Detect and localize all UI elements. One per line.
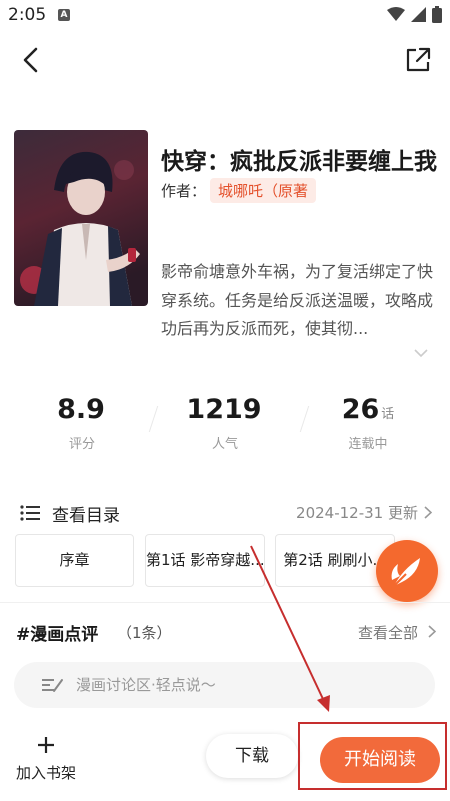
catalog-title: 查看目录 — [52, 506, 120, 526]
stat-popularity: 1219 人气 — [160, 394, 290, 452]
download-button[interactable]: 下载 — [206, 734, 298, 778]
stat-value: 26 — [341, 394, 380, 425]
stat-unit: 话 — [381, 407, 395, 422]
stat-value: 1219 — [186, 394, 262, 425]
list-icon — [20, 505, 40, 521]
write-comment-button[interactable] — [376, 540, 438, 602]
wifi-icon — [387, 7, 405, 21]
add-to-shelf-button[interactable]: 加入书架 — [10, 736, 82, 783]
book-title: 快穿：疯批反派非要缠上我 — [161, 149, 437, 175]
share-icon — [406, 47, 431, 72]
author-label: 作者： — [161, 182, 207, 200]
catalog-row[interactable]: 查看目录 2024-12-31 更新 — [0, 498, 450, 528]
annotation-highlight-box — [298, 722, 447, 790]
battery-icon — [432, 6, 442, 23]
edit-lines-icon — [42, 679, 63, 692]
chevron-left-icon — [23, 47, 38, 73]
cover-illustration — [14, 130, 148, 306]
stat-divider — [148, 406, 159, 432]
chevron-down-icon[interactable] — [414, 348, 428, 358]
book-description[interactable]: 影帝俞塘意外车祸，为了复活绑定了快穿系统。任务是给反派送温暖，攻略成功后再为反派… — [161, 258, 433, 344]
shelf-label: 加入书架 — [15, 764, 76, 782]
back-button[interactable] — [16, 44, 48, 76]
view-all-reviews-link[interactable]: 查看全部 — [358, 622, 418, 643]
section-divider — [0, 602, 450, 603]
share-button[interactable] — [402, 44, 434, 76]
chevron-right-icon — [428, 625, 436, 638]
signal-icon — [411, 7, 426, 22]
status-time: 2:05 — [8, 5, 47, 25]
stat-chapters: 26 话 连载中 — [303, 394, 433, 452]
author-tag[interactable]: 城哪吒（原著 — [210, 178, 317, 203]
status-icons — [387, 6, 442, 23]
book-cover[interactable] — [14, 130, 148, 306]
plus-icon — [38, 737, 54, 753]
chapter-item[interactable]: 第1话 影帝穿越... — [145, 534, 265, 587]
status-bar: 2:05 A — [0, 0, 450, 30]
a-icon: A — [58, 9, 70, 21]
review-count: （1条） — [117, 624, 172, 642]
stat-label: 连载中 — [348, 437, 388, 452]
comment-placeholder: 漫画讨论区·轻点说～ — [76, 676, 216, 694]
feather-pen-icon — [391, 558, 420, 589]
stat-label: 评分 — [68, 437, 95, 452]
stat-label: 人气 — [211, 437, 238, 452]
review-title: #漫画点评 — [16, 625, 99, 645]
stats-row: 8.9 评分 1219 人气 26 话 连载中 — [0, 394, 450, 464]
stat-rating: 8.9 评分 — [17, 394, 147, 452]
chapter-item[interactable]: 序章 — [15, 534, 134, 587]
chevron-right-icon — [424, 506, 432, 519]
catalog-updated: 2024-12-31 更新 — [296, 504, 418, 522]
stat-value: 8.9 — [57, 394, 105, 425]
author-row: 作者： 城哪吒（原著 — [161, 178, 317, 203]
comment-input[interactable]: 漫画讨论区·轻点说～ — [14, 662, 435, 708]
